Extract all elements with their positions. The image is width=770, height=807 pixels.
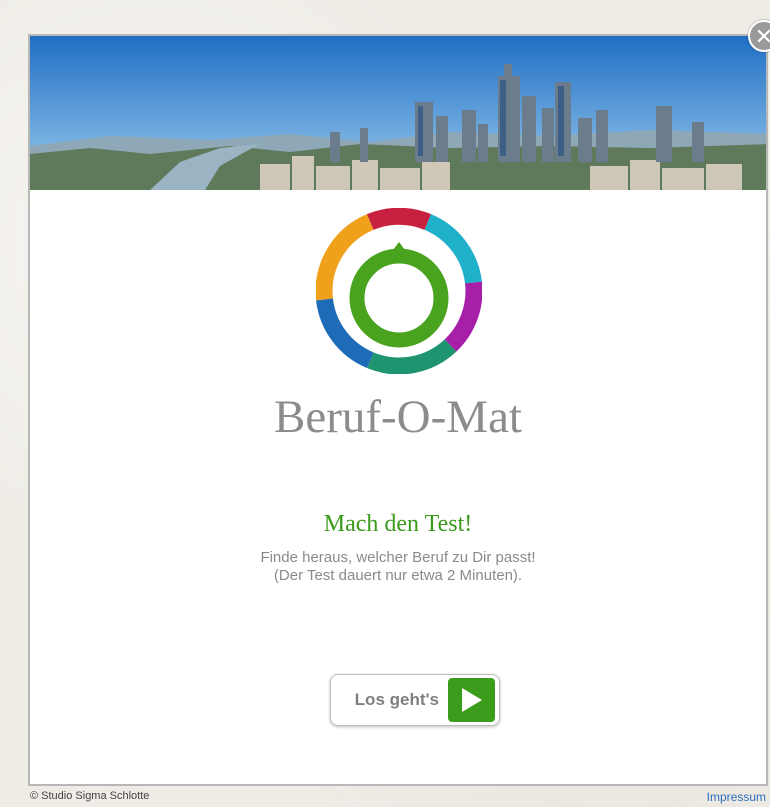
intro-dialog: Beruf-O-Mat Mach den Test! Finde heraus,… <box>28 34 768 786</box>
app-title: Beruf-O-Mat <box>274 391 522 443</box>
start-test-button[interactable]: Los geht's <box>330 674 500 726</box>
intro-text-line1: Finde heraus, welcher Beruf zu Dir passt… <box>260 549 536 566</box>
copyright-text: © Studio Sigma Schlotte <box>30 790 150 802</box>
start-button-label: Los geht's <box>354 690 439 709</box>
skyline-banner <box>30 36 766 190</box>
intro-heading: Mach den Test! <box>323 511 473 537</box>
beruf-o-mat-logo <box>316 208 482 374</box>
intro-text-line2: (Der Test dauert nur etwa 2 Minuten). <box>273 567 523 584</box>
impressum-link[interactable]: Impressum <box>707 790 766 804</box>
play-icon <box>448 678 495 722</box>
intro-text: Finde heraus, welcher Beruf zu Dir passt… <box>30 549 766 585</box>
